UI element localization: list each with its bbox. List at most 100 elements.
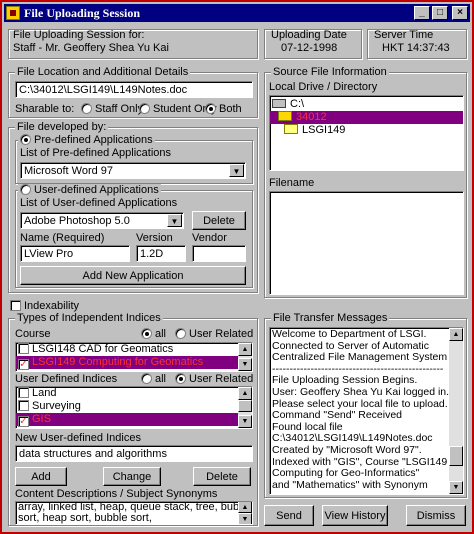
dismiss-button[interactable]: Dismiss xyxy=(406,505,466,526)
scroll-up-icon[interactable]: ▲ xyxy=(238,343,252,356)
radio-circle[interactable] xyxy=(139,103,150,114)
date-label: Uploading Date xyxy=(271,29,347,41)
index-item-label: Land xyxy=(32,387,57,399)
content-descriptions-textarea[interactable]: array, linked list, heap, queue stack, t… xyxy=(15,501,253,525)
tree-item-label: C:\ xyxy=(290,98,305,110)
file-location-group: File Location and Additional Details C:\… xyxy=(8,66,258,118)
delete-app-button[interactable]: Delete xyxy=(192,211,246,230)
userdefined-radio[interactable]: User-defined Applications xyxy=(18,184,161,196)
index-all-radio[interactable]: all xyxy=(141,373,166,385)
course-all-radio[interactable]: all xyxy=(141,328,166,340)
scrollbar[interactable]: ▲ ▼ xyxy=(238,502,252,524)
checkbox-checked[interactable]: ✓ xyxy=(18,359,29,370)
scrollbar[interactable]: ▲ ▼ xyxy=(238,343,252,371)
checkbox-checked[interactable]: ✓ xyxy=(18,416,29,427)
list-item[interactable]: LSGI148 CAD for Geomatics xyxy=(16,343,252,356)
list-item[interactable]: Land xyxy=(16,387,252,400)
chevron-down-icon[interactable]: ▼ xyxy=(229,164,244,177)
checkbox[interactable] xyxy=(18,387,29,398)
radio-circle[interactable] xyxy=(175,328,186,339)
predefined-app-value: Microsoft Word 97 xyxy=(24,165,114,177)
list-item[interactable]: ✓ GIS xyxy=(16,413,252,427)
checkbox[interactable] xyxy=(18,343,29,354)
course-all-label: all xyxy=(155,328,167,340)
checkbox[interactable] xyxy=(10,300,21,311)
sharable-label: Sharable to: xyxy=(15,103,75,115)
vendor-label: Vendor xyxy=(192,232,227,244)
index-user-related-radio[interactable]: User Related xyxy=(175,373,253,385)
course-user-related-label: User Related xyxy=(189,328,254,340)
scroll-down-icon[interactable]: ▼ xyxy=(449,481,463,494)
predefined-radio[interactable]: Pre-defined Applications xyxy=(18,134,155,146)
add-application-button[interactable]: Add New Application xyxy=(20,266,246,285)
name-input[interactable]: LView Pro xyxy=(20,245,130,262)
course-item-label: LSGI149 Computing for Geomatics xyxy=(32,356,204,368)
index-item-label: GIS xyxy=(32,413,51,425)
message-lines: Welcome to Department of LSGI. Connected … xyxy=(270,328,463,491)
radio-staff-only[interactable]: Staff Only xyxy=(81,103,143,115)
userdefined-app-select[interactable]: Adobe Photoshop 5.0 ▼ xyxy=(20,212,184,229)
userdefined-list-label: List of User-defined Applications xyxy=(20,197,178,209)
checkbox[interactable] xyxy=(18,400,29,411)
tree-item-selected[interactable]: 34012 xyxy=(270,111,463,124)
scrollbar[interactable]: ▲ ▼ xyxy=(238,387,252,428)
predefined-radio-label: Pre-defined Applications xyxy=(34,134,153,146)
course-list[interactable]: LSGI148 CAD for Geomatics ✓ LSGI149 Compu… xyxy=(15,342,253,372)
radio-circle[interactable] xyxy=(20,184,31,195)
vendor-input[interactable] xyxy=(192,245,246,262)
maximize-button[interactable]: □ xyxy=(432,6,448,20)
indexability-checkbox[interactable]: Indexability xyxy=(10,300,79,312)
view-history-button[interactable]: View History xyxy=(322,505,388,526)
filename-label: Filename xyxy=(269,177,315,189)
scroll-down-icon[interactable]: ▼ xyxy=(238,358,252,371)
scrollbar[interactable]: ▲ ▼ xyxy=(449,328,463,494)
version-label: Version xyxy=(136,232,173,244)
close-button[interactable]: × xyxy=(452,6,468,20)
session-label: File Uploading Session for: xyxy=(13,29,145,41)
radio-circle[interactable] xyxy=(81,103,92,114)
time-group: Server Time HKT 14:37:43 xyxy=(367,29,467,59)
app-icon[interactable] xyxy=(6,6,20,20)
scroll-down-icon[interactable]: ▼ xyxy=(238,513,252,524)
tree-item-drive[interactable]: C:\ xyxy=(270,98,463,111)
messages-textarea[interactable]: Welcome to Department of LSGI. Connected … xyxy=(269,327,464,495)
scroll-up-icon[interactable]: ▲ xyxy=(238,387,252,400)
change-index-button[interactable]: Change xyxy=(103,467,161,486)
source-file-label: Source File Information xyxy=(271,66,389,78)
delete-index-button[interactable]: Delete xyxy=(193,467,251,486)
scroll-up-icon[interactable]: ▲ xyxy=(238,502,252,513)
new-index-label: New User-defined Indices xyxy=(15,432,141,444)
radio-circle[interactable] xyxy=(141,373,152,384)
scroll-up-icon[interactable]: ▲ xyxy=(449,328,463,341)
index-item-label: Surveying xyxy=(32,400,81,412)
chevron-down-icon[interactable]: ▼ xyxy=(167,214,182,227)
tree-item[interactable]: LSGI149 xyxy=(270,124,463,137)
add-index-button[interactable]: Add xyxy=(15,467,67,486)
directory-tree[interactable]: C:\ 34012 LSGI149 xyxy=(269,95,464,171)
new-index-input[interactable]: data structures and algorithms xyxy=(15,445,253,462)
title-bar[interactable]: File Uploading Session _ □ × xyxy=(4,4,470,22)
radio-both[interactable]: Both xyxy=(205,103,242,115)
scroll-thumb[interactable] xyxy=(238,400,252,412)
file-path-field[interactable]: C:\34012\LSGI149\L149Notes.doc xyxy=(15,81,253,98)
folder-icon xyxy=(284,124,298,134)
minimize-button[interactable]: _ xyxy=(414,6,430,20)
list-item[interactable]: ✓ LSGI149 Computing for Geomatics xyxy=(16,356,252,370)
directory-label: Local Drive / Directory xyxy=(269,81,378,93)
version-input[interactable]: 1.2D xyxy=(136,245,186,262)
course-user-related-radio[interactable]: User Related xyxy=(175,328,253,340)
tree-item-label: 34012 xyxy=(296,111,327,123)
scroll-down-icon[interactable]: ▼ xyxy=(238,415,252,428)
user-index-list[interactable]: Land Surveying ✓ GIS ▲ ▼ xyxy=(15,386,253,429)
predefined-app-select[interactable]: Microsoft Word 97 ▼ xyxy=(20,162,246,179)
radio-circle-selected[interactable] xyxy=(205,103,216,114)
predefined-list-label: List of Pre-defined Applications xyxy=(20,147,172,159)
radio-circle-selected[interactable] xyxy=(20,134,31,145)
filename-list[interactable] xyxy=(269,191,464,295)
source-file-group: Source File Information Local Drive / Di… xyxy=(264,66,467,298)
radio-circle-selected[interactable] xyxy=(175,373,186,384)
radio-circle-selected[interactable] xyxy=(141,328,152,339)
send-button[interactable]: Send xyxy=(264,505,314,526)
scroll-thumb[interactable] xyxy=(449,446,463,466)
list-item[interactable]: Surveying xyxy=(16,400,252,413)
